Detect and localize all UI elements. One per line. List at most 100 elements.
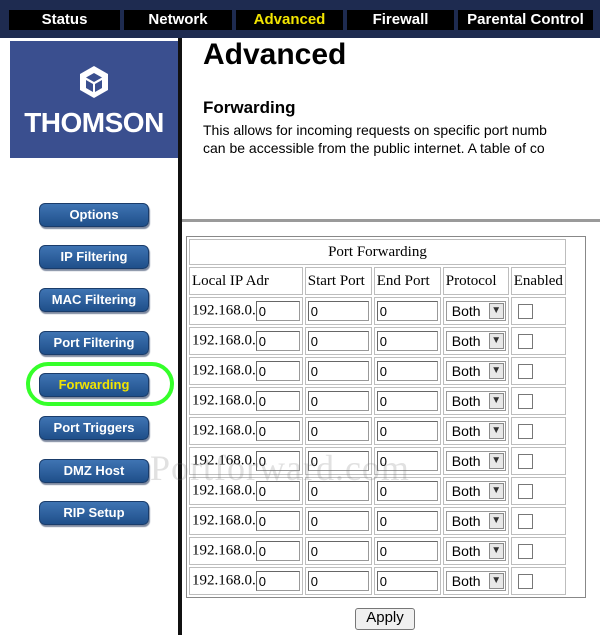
ip-prefix: 192.168.0. (192, 302, 256, 319)
start-port-input[interactable] (307, 511, 369, 531)
protocol-select[interactable]: Both ▼ (445, 571, 506, 591)
chevron-down-icon[interactable]: ▼ (488, 423, 504, 439)
enabled-checkbox[interactable] (517, 513, 533, 529)
table-caption-row: Port Forwarding (189, 239, 566, 265)
table-caption: Port Forwarding (189, 239, 566, 265)
section-description: This allows for incoming requests on spe… (203, 121, 600, 157)
ip-last-octet-input[interactable] (255, 331, 300, 351)
sidebar-item-rip-setup[interactable]: RIP Setup (39, 501, 149, 525)
ip-last-octet-input[interactable] (255, 451, 300, 471)
enabled-checkbox[interactable] (517, 423, 533, 439)
chevron-down-icon[interactable]: ▼ (488, 513, 504, 529)
port-forwarding-table: Port Forwarding Local IP Adr Start Port … (186, 236, 586, 598)
sidebar-item-dmz-host[interactable]: DMZ Host (39, 459, 149, 483)
chevron-down-icon[interactable]: ▼ (488, 453, 504, 469)
protocol-select[interactable]: Both ▼ (445, 301, 506, 321)
start-port-input[interactable] (307, 451, 369, 471)
enabled-checkbox[interactable] (517, 333, 533, 349)
protocol-cell: Both ▼ (442, 357, 509, 385)
table-row: 192.168.0. Both ▼ (189, 327, 566, 355)
end-port-input[interactable] (376, 571, 438, 591)
local-ip-cell: 192.168.0. (189, 327, 303, 355)
protocol-cell: Both ▼ (442, 477, 509, 505)
local-ip-cell: 192.168.0. (189, 417, 303, 445)
enabled-cell (510, 567, 566, 595)
local-ip-cell: 192.168.0. (189, 387, 303, 415)
chevron-down-icon[interactable]: ▼ (488, 543, 504, 559)
apply-button[interactable]: Apply (355, 608, 415, 630)
tab-status[interactable]: Status (9, 10, 120, 30)
end-port-input[interactable] (376, 331, 438, 351)
enabled-cell (510, 507, 566, 535)
sidebar-item-options[interactable]: Options (39, 203, 149, 227)
tab-network[interactable]: Network (124, 10, 232, 30)
protocol-select[interactable]: Both ▼ (445, 511, 506, 531)
tab-parental-control[interactable]: Parental Control (458, 10, 593, 30)
table-row: 192.168.0. Both ▼ (189, 537, 566, 565)
enabled-checkbox[interactable] (517, 573, 533, 589)
start-port-input[interactable] (307, 301, 369, 321)
start-port-input[interactable] (307, 571, 369, 591)
table-row: 192.168.0. Both ▼ (189, 387, 566, 415)
ip-last-octet-input[interactable] (255, 421, 300, 441)
sidebar-item-port-triggers[interactable]: Port Triggers (39, 416, 149, 440)
protocol-select[interactable]: Both ▼ (445, 331, 506, 351)
ip-last-octet-input[interactable] (255, 391, 300, 411)
enabled-checkbox[interactable] (517, 543, 533, 559)
end-port-input[interactable] (376, 541, 438, 561)
ip-prefix: 192.168.0. (192, 422, 256, 439)
protocol-value: Both (451, 453, 481, 469)
chevron-down-icon[interactable]: ▼ (488, 303, 504, 319)
end-port-input[interactable] (376, 421, 438, 441)
start-port-input[interactable] (307, 361, 369, 381)
end-port-input[interactable] (376, 301, 438, 321)
end-port-input[interactable] (376, 361, 438, 381)
chevron-down-icon[interactable]: ▼ (488, 393, 504, 409)
protocol-select[interactable]: Both ▼ (445, 361, 506, 381)
ip-prefix: 192.168.0. (192, 572, 256, 589)
ip-last-octet-input[interactable] (255, 511, 300, 531)
start-port-cell (304, 297, 372, 325)
protocol-select[interactable]: Both ▼ (445, 541, 506, 561)
ip-last-octet-input[interactable] (255, 541, 300, 561)
enabled-checkbox[interactable] (517, 453, 533, 469)
start-port-input[interactable] (307, 331, 369, 351)
start-port-input[interactable] (307, 481, 369, 501)
ip-last-octet-input[interactable] (255, 481, 300, 501)
end-port-input[interactable] (376, 481, 438, 501)
end-port-input[interactable] (376, 451, 438, 471)
sidebar-item-mac-filtering[interactable]: MAC Filtering (39, 288, 149, 312)
ip-last-octet-input[interactable] (255, 361, 300, 381)
start-port-input[interactable] (307, 391, 369, 411)
sidebar-item-port-filtering[interactable]: Port Filtering (39, 331, 149, 355)
protocol-select[interactable]: Both ▼ (445, 391, 506, 411)
page-title: Advanced (203, 38, 347, 71)
chevron-down-icon[interactable]: ▼ (488, 333, 504, 349)
start-port-cell (304, 357, 372, 385)
ip-last-octet-input[interactable] (255, 301, 300, 321)
protocol-select[interactable]: Both ▼ (445, 451, 506, 471)
tab-advanced[interactable]: Advanced (236, 10, 343, 30)
end-port-input[interactable] (376, 391, 438, 411)
table-row: 192.168.0. Both ▼ (189, 567, 566, 595)
sidebar-item-ip-filtering[interactable]: IP Filtering (39, 245, 149, 269)
enabled-checkbox[interactable] (517, 363, 533, 379)
end-port-input[interactable] (376, 511, 438, 531)
protocol-select[interactable]: Both ▼ (445, 481, 506, 501)
enabled-cell (510, 297, 566, 325)
start-port-input[interactable] (307, 421, 369, 441)
chevron-down-icon[interactable]: ▼ (488, 483, 504, 499)
local-ip-cell: 192.168.0. (189, 507, 303, 535)
chevron-down-icon[interactable]: ▼ (488, 363, 504, 379)
tab-firewall[interactable]: Firewall (347, 10, 454, 30)
enabled-checkbox[interactable] (517, 303, 533, 319)
protocol-select[interactable]: Both ▼ (445, 421, 506, 441)
protocol-value: Both (451, 363, 481, 379)
enabled-checkbox[interactable] (517, 483, 533, 499)
enabled-checkbox[interactable] (517, 393, 533, 409)
enabled-cell (510, 327, 566, 355)
start-port-input[interactable] (307, 541, 369, 561)
chevron-down-icon[interactable]: ▼ (488, 573, 504, 589)
ip-last-octet-input[interactable] (255, 571, 300, 591)
start-port-cell (304, 477, 372, 505)
